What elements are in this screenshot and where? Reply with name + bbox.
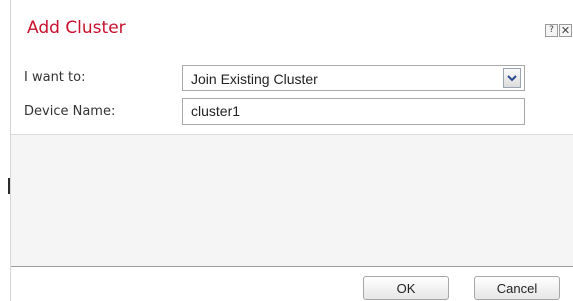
chevron-down-icon-glyph bbox=[507, 75, 517, 82]
cancel-button[interactable]: Cancel bbox=[474, 276, 560, 300]
i-want-to-select[interactable]: Join Existing Cluster bbox=[182, 65, 525, 91]
dialog-footer: OK Cancel bbox=[11, 266, 573, 301]
dialog-body-empty-area bbox=[11, 134, 573, 266]
ok-button[interactable]: OK bbox=[363, 276, 449, 300]
cluster-form: I want to: Join Existing Cluster Device … bbox=[11, 58, 573, 134]
close-button[interactable]: ✕ bbox=[559, 24, 572, 37]
background-edge bbox=[0, 0, 10, 301]
device-name-row: Device Name: cluster1 bbox=[11, 96, 573, 128]
chevron-down-icon[interactable] bbox=[503, 68, 521, 88]
i-want-to-label: I want to: bbox=[24, 70, 86, 85]
dialog-titlebar: Add Cluster ? ✕ bbox=[11, 0, 573, 52]
add-cluster-dialog: Add Cluster ? ✕ I want to: Join Existing… bbox=[10, 0, 573, 301]
help-button[interactable]: ? bbox=[545, 24, 558, 37]
device-name-input[interactable]: cluster1 bbox=[182, 98, 525, 125]
i-want-to-row: I want to: Join Existing Cluster bbox=[11, 62, 573, 94]
dialog-title: Add Cluster bbox=[27, 18, 126, 38]
device-name-label: Device Name: bbox=[24, 104, 116, 119]
i-want-to-selected-value: Join Existing Cluster bbox=[191, 71, 318, 87]
